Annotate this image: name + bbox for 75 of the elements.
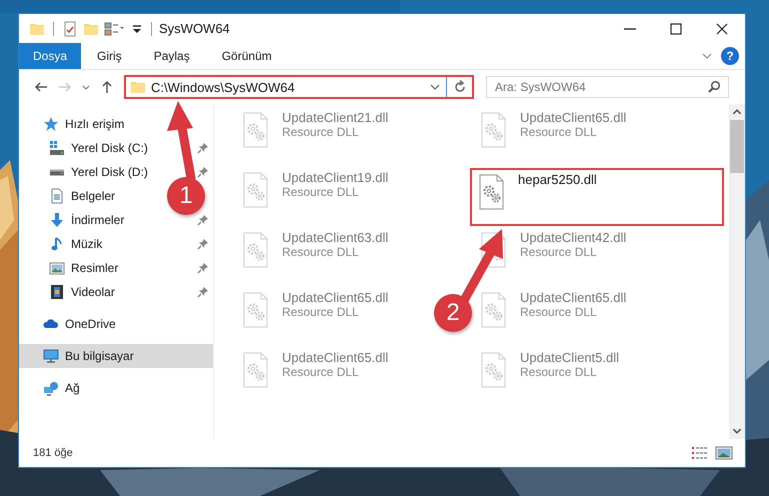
checklist-icon[interactable] <box>62 20 78 36</box>
sidebar-item[interactable]: Resimler <box>49 260 118 276</box>
monitor-icon <box>43 348 59 364</box>
sidebar-item[interactable]: Ağ <box>43 380 80 396</box>
search-icon[interactable] <box>707 80 721 94</box>
properties-icon[interactable] <box>104 20 126 36</box>
pin-icon[interactable] <box>197 238 209 250</box>
file-name: UpdateClient42.dll <box>520 230 626 245</box>
scroll-thumb[interactable] <box>730 120 744 173</box>
file-item[interactable]: UpdateClient19.dll Resource DLL <box>236 168 392 226</box>
file-item[interactable]: UpdateClient65.dll Resource DLL <box>236 288 392 346</box>
file-type: Resource DLL <box>520 125 598 139</box>
pin-icon[interactable] <box>197 214 209 226</box>
file-type: Resource DLL <box>282 185 360 199</box>
drive-icon <box>49 168 65 176</box>
sidebar-item[interactable]: İndirmeler <box>49 212 124 228</box>
document-icon <box>49 188 65 204</box>
file-item[interactable]: hepar5250.dll <box>470 168 724 226</box>
minimize-icon <box>624 28 636 30</box>
item-count: 181 öğe <box>33 447 73 459</box>
file-type: Resource DLL <box>520 305 598 319</box>
sidebar-item[interactable]: Hızlı erişim <box>43 116 124 132</box>
picture-icon <box>49 260 65 276</box>
large-icons-view-icon[interactable] <box>715 446 733 460</box>
file-name: UpdateClient65.dll <box>282 350 388 365</box>
sidebar-item[interactable]: Yerel Disk (C:) <box>49 140 148 156</box>
pin-icon[interactable] <box>197 142 209 154</box>
file-type: Resource DLL <box>282 125 360 139</box>
file-name: UpdateClient65.dll <box>282 290 388 305</box>
file-item[interactable]: UpdateClient63.dll Resource DLL <box>236 228 392 286</box>
window-title: SysWOW64 <box>159 21 230 36</box>
file-item[interactable]: UpdateClient65.dll Resource DLL <box>236 348 392 406</box>
file-type: Resource DLL <box>520 245 598 259</box>
file-type: Resource DLL <box>282 305 360 319</box>
pin-icon[interactable] <box>197 166 209 178</box>
down-arrow-icon <box>49 212 65 228</box>
sidebar-item[interactable]: Belgeler <box>49 188 116 204</box>
ribbon-tab[interactable]: Paylaş <box>138 43 206 69</box>
sidebar-item[interactable]: Müzik <box>49 236 102 252</box>
address-bar[interactable]: C:\Windows\SysWOW64 <box>124 75 474 99</box>
file-item[interactable]: UpdateClient21.dll Resource DLL <box>236 108 392 166</box>
file-name: UpdateClient65.dll <box>520 290 626 305</box>
file-name: UpdateClient63.dll <box>282 230 388 245</box>
file-name: UpdateClient21.dll <box>282 110 388 125</box>
close-icon <box>714 20 730 36</box>
file-type: Resource DLL <box>282 365 360 379</box>
sidebar-item[interactable]: OneDrive <box>43 316 116 332</box>
details-view-icon[interactable] <box>691 446 709 460</box>
file-item[interactable]: UpdateClient5.dll Resource DLL <box>474 348 624 406</box>
maximize-icon <box>668 20 684 36</box>
ribbon-tab[interactable]: Dosya <box>19 43 82 69</box>
file-type: Resource DLL <box>520 365 598 379</box>
file-name: hepar5250.dll <box>518 172 597 187</box>
scrollbar[interactable] <box>729 104 745 439</box>
folder-icon <box>130 79 146 95</box>
ribbon-tab[interactable]: Giriş <box>81 43 138 69</box>
file-item[interactable]: UpdateClient65.dll Resource DLL <box>474 108 630 166</box>
film-icon <box>49 284 65 300</box>
music-note-icon <box>49 236 65 252</box>
search-field[interactable]: Ara: SysWOW64 <box>486 76 729 98</box>
sidebar-item[interactable]: Yerel Disk (D:) <box>49 164 148 180</box>
file-name: UpdateClient19.dll <box>282 170 388 185</box>
file-item[interactable]: UpdateClient65.dll Resource DLL <box>474 288 630 346</box>
star-icon <box>43 116 59 132</box>
file-name: UpdateClient5.dll <box>520 350 620 365</box>
help-button[interactable]: ? <box>721 47 739 65</box>
file-type: Resource DLL <box>282 245 360 259</box>
network-icon <box>43 380 59 396</box>
drive-icon <box>49 140 65 156</box>
sidebar-item[interactable]: Videolar <box>49 284 115 300</box>
address-path[interactable]: C:\Windows\SysWOW64 <box>151 80 295 94</box>
pin-icon[interactable] <box>197 286 209 298</box>
pin-icon[interactable] <box>197 262 209 274</box>
file-name: UpdateClient65.dll <box>520 110 626 125</box>
ribbon-tab[interactable]: Görünüm <box>206 43 288 69</box>
